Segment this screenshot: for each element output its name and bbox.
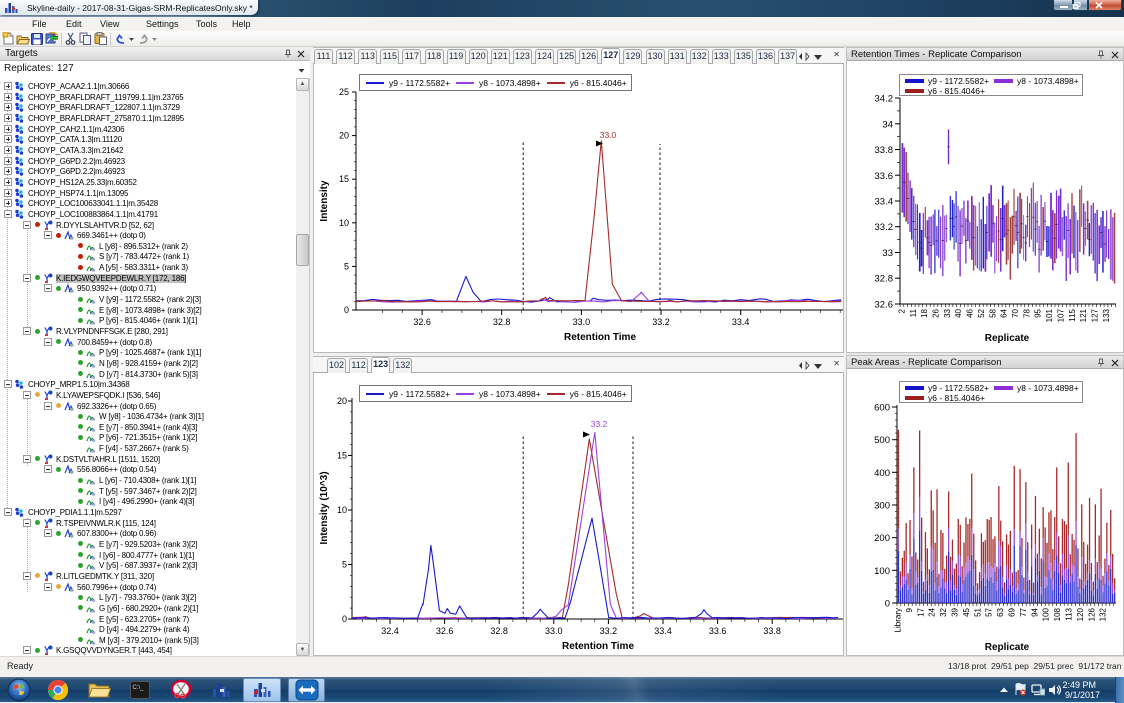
svg-text:Retention Time: Retention Time [564, 332, 636, 343]
svg-text:Retention Time: Retention Time [562, 641, 634, 652]
svg-text:32.6: 32.6 [875, 300, 894, 311]
svg-text:70: 70 [1011, 308, 1020, 317]
svg-text:32.8: 32.8 [493, 317, 511, 327]
svg-text:32: 32 [939, 607, 948, 616]
svg-text:33.8: 33.8 [763, 626, 781, 636]
svg-text:101: 101 [1045, 308, 1054, 322]
svg-text:C:\_: C:\_ [133, 685, 145, 691]
svg-text:113: 113 [1065, 607, 1074, 620]
svg-text:Intensity: Intensity [319, 180, 330, 222]
svg-text:32.6: 32.6 [413, 317, 431, 327]
svg-text:40: 40 [954, 308, 963, 317]
svg-text:121: 121 [1079, 308, 1088, 322]
svg-text:20: 20 [337, 396, 347, 406]
svg-text:32.8: 32.8 [875, 274, 894, 285]
svg-text:33.6: 33.6 [875, 171, 894, 182]
svg-text:33.4: 33.4 [732, 317, 750, 327]
svg-text:Intensity (10^3): Intensity (10^3) [319, 471, 330, 544]
svg-text:46: 46 [966, 308, 975, 317]
svg-text:400: 400 [874, 468, 890, 479]
svg-text:9: 9 [905, 607, 914, 612]
svg-text:Library: Library [894, 608, 903, 632]
svg-text:133: 133 [1102, 308, 1111, 322]
svg-text:18: 18 [920, 308, 929, 317]
svg-text:20: 20 [339, 131, 349, 141]
svg-text:33: 33 [943, 308, 952, 317]
svg-text:17: 17 [916, 607, 925, 616]
svg-text:132: 132 [1099, 607, 1108, 621]
svg-text:Replicate: Replicate [985, 642, 1030, 653]
svg-text:25: 25 [339, 87, 349, 97]
svg-text:58: 58 [988, 308, 997, 317]
svg-text:33.2: 33.2 [875, 222, 894, 233]
svg-text:15: 15 [339, 174, 349, 184]
svg-text:5: 5 [344, 261, 349, 271]
svg-text:33.4: 33.4 [875, 197, 894, 208]
svg-text:33.0: 33.0 [545, 626, 563, 636]
svg-text:69: 69 [1008, 607, 1017, 616]
svg-text:500: 500 [874, 435, 890, 446]
svg-text:107: 107 [1056, 308, 1065, 322]
svg-text:127: 127 [1091, 308, 1100, 322]
svg-text:300: 300 [874, 501, 890, 512]
svg-text:33.2: 33.2 [652, 317, 670, 327]
svg-text:64: 64 [1000, 308, 1009, 317]
svg-text:33.6: 33.6 [709, 626, 727, 636]
svg-text:39: 39 [951, 607, 960, 616]
svg-text:33.0: 33.0 [573, 317, 591, 327]
svg-text:5: 5 [342, 560, 347, 570]
svg-text:33.2: 33.2 [600, 626, 618, 636]
svg-text:26: 26 [932, 308, 941, 317]
svg-text:33.4: 33.4 [654, 626, 672, 636]
svg-text:115: 115 [1068, 308, 1077, 321]
svg-text:51: 51 [973, 607, 982, 616]
svg-text:0: 0 [885, 599, 890, 610]
svg-text:100: 100 [874, 566, 890, 577]
svg-text:52: 52 [977, 308, 986, 317]
svg-text:100: 100 [1042, 607, 1051, 621]
svg-text:108: 108 [1053, 607, 1062, 621]
svg-text:94: 94 [1030, 607, 1039, 616]
svg-text:120: 120 [1076, 607, 1085, 621]
svg-text:32.6: 32.6 [436, 626, 454, 636]
svg-text:0: 0 [344, 305, 349, 315]
svg-text:33.8: 33.8 [875, 145, 894, 156]
svg-text:95: 95 [1034, 308, 1043, 317]
svg-text:57: 57 [985, 607, 994, 616]
svg-text:24: 24 [928, 607, 937, 616]
svg-text:126: 126 [1087, 607, 1096, 621]
svg-text:200: 200 [874, 533, 890, 544]
svg-text:33.2: 33.2 [591, 419, 608, 429]
svg-text:11: 11 [909, 308, 918, 317]
svg-text:32.4: 32.4 [381, 626, 399, 636]
svg-text:15: 15 [337, 451, 347, 461]
svg-text:33.0: 33.0 [600, 130, 617, 140]
svg-text:34: 34 [882, 119, 893, 130]
svg-text:77: 77 [1019, 607, 1028, 616]
svg-text:45: 45 [962, 607, 971, 616]
svg-text:0: 0 [342, 614, 347, 624]
svg-text:2: 2 [898, 308, 907, 313]
svg-text:33: 33 [882, 248, 893, 259]
svg-text:10: 10 [337, 505, 347, 515]
svg-text:600: 600 [874, 403, 890, 414]
svg-text:32.8: 32.8 [490, 626, 508, 636]
svg-text:78: 78 [1022, 308, 1031, 317]
svg-text:63: 63 [996, 607, 1005, 616]
svg-text:10: 10 [339, 218, 349, 228]
svg-text:Replicate: Replicate [985, 333, 1030, 344]
svg-text:34.2: 34.2 [875, 94, 894, 105]
